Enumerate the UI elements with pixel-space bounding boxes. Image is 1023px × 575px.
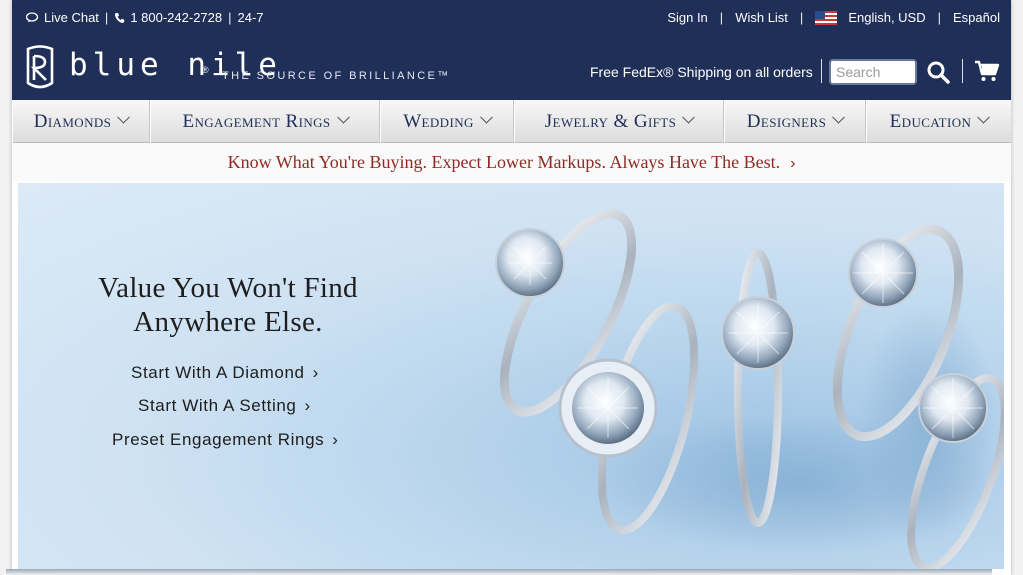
chevron-down-icon xyxy=(832,110,846,124)
hero-title-line: Value You Won't Find xyxy=(98,272,358,304)
header-divider xyxy=(962,59,963,83)
site-header: blue nile ® THE SOURCE OF BRILLIANCE™ Fr… xyxy=(12,35,1011,100)
nav-jewelry-gifts[interactable]: Jewelry & Gifts xyxy=(514,100,724,143)
phone-icon xyxy=(115,12,125,23)
chevron-down-icon xyxy=(682,110,696,124)
hero-banner: Value You Won't Find Anywhere Else. Star… xyxy=(18,183,1004,569)
separator: | xyxy=(719,10,724,25)
hero-title: Value You Won't Find Anywhere Else. xyxy=(58,271,398,339)
nav-label: Education xyxy=(889,110,972,132)
nav-label: Diamonds xyxy=(33,110,112,132)
separator: | xyxy=(799,10,804,25)
hero-bottom-shadow xyxy=(6,569,992,575)
chevron-down-icon xyxy=(336,110,350,124)
chevron-right-icon: › xyxy=(790,155,796,172)
promo-banner[interactable]: Know What You're Buying. Expect Lower Ma… xyxy=(12,143,1011,181)
language-currency-link[interactable]: English, USD xyxy=(848,10,925,25)
account-links: Sign In | Wish List | English, USD | Esp… xyxy=(667,10,1000,25)
preset-engagement-rings-link[interactable]: Preset Engagement Rings › xyxy=(112,430,339,450)
top-utility-bar: Live Chat | 1 800-242-2728 | 24-7 Sign I… xyxy=(12,0,1011,35)
start-with-setting-link[interactable]: Start With A Setting › xyxy=(138,396,311,416)
nav-diamonds[interactable]: Diamonds xyxy=(12,100,150,143)
wish-list-link[interactable]: Wish List xyxy=(735,10,788,25)
main-navigation: Diamonds Engagement Rings Wedding Jewelr… xyxy=(12,100,1011,143)
hero-title-line: Anywhere Else. xyxy=(133,306,323,338)
nav-designers[interactable]: Designers xyxy=(724,100,866,143)
search-input[interactable] xyxy=(829,59,917,85)
chevron-right-icon: › xyxy=(312,363,319,382)
chevron-down-icon xyxy=(117,110,131,124)
blue-nile-logo-icon[interactable] xyxy=(23,45,57,91)
promo-text: Know What You're Buying. Expect Lower Ma… xyxy=(227,152,781,172)
nav-engagement-rings[interactable]: Engagement Rings xyxy=(150,100,380,143)
page-frame: Live Chat | 1 800-242-2728 | 24-7 Sign I… xyxy=(12,0,1011,575)
start-with-diamond-link[interactable]: Start With A Diamond › xyxy=(131,363,319,383)
search-icon[interactable] xyxy=(926,60,950,84)
separator: | xyxy=(104,10,109,25)
hours-text: 24-7 xyxy=(237,10,264,25)
separator: | xyxy=(228,10,232,25)
hero-link-label: Preset Engagement Rings xyxy=(112,430,325,449)
nav-education[interactable]: Education xyxy=(866,100,1011,143)
separator: | xyxy=(937,10,942,25)
chevron-down-icon xyxy=(977,110,991,124)
hero-link-label: Start With A Setting xyxy=(138,396,297,415)
chevron-right-icon: › xyxy=(304,396,311,415)
header-divider xyxy=(821,59,822,83)
nav-label: Designers xyxy=(746,110,827,132)
us-flag-icon xyxy=(815,10,838,25)
live-chat-link[interactable]: Live Chat xyxy=(44,10,99,25)
free-shipping-link[interactable]: Free FedEx® Shipping on all orders xyxy=(590,64,813,80)
chevron-right-icon: › xyxy=(332,430,339,449)
cart-icon[interactable] xyxy=(974,60,1000,82)
brand-tagline: THE SOURCE OF BRILLIANCE™ xyxy=(222,70,451,82)
nav-wedding[interactable]: Wedding xyxy=(380,100,514,143)
contact-links: Live Chat | 1 800-242-2728 | 24-7 xyxy=(26,10,264,25)
nav-label: Jewelry & Gifts xyxy=(544,110,677,132)
nav-label: Engagement Rings xyxy=(182,110,331,132)
hero-link-label: Start With A Diamond xyxy=(131,363,305,382)
espanol-link[interactable]: Español xyxy=(953,10,1000,25)
phone-number-link[interactable]: 1 800-242-2728 xyxy=(130,10,222,25)
registered-mark: ® xyxy=(202,65,209,75)
chat-icon xyxy=(26,12,39,23)
engagement-rings-image xyxy=(495,209,1004,569)
sign-in-link[interactable]: Sign In xyxy=(667,10,707,25)
nav-label: Wedding xyxy=(403,110,474,132)
chevron-down-icon xyxy=(479,110,493,124)
